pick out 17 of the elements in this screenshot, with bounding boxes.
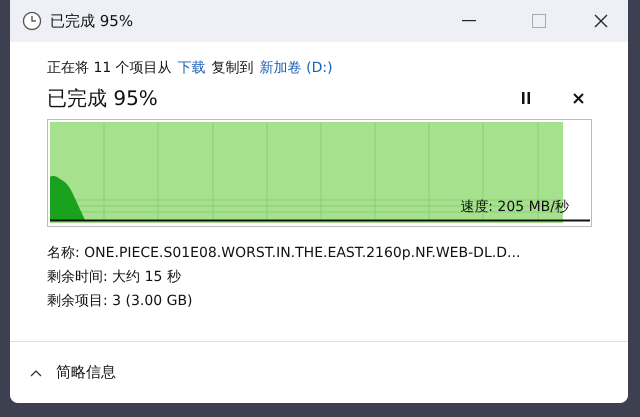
folder-link[interactable]: 新加卷 (D:)	[260, 58, 333, 79]
close-icon	[594, 14, 608, 28]
maximize-icon	[532, 14, 546, 28]
speed-label: 速度: 205 MB/秒	[460, 198, 569, 217]
clock-icon	[22, 11, 42, 31]
less-details-button[interactable]: 简略信息	[56, 361, 116, 384]
detail-line: 名称: ONE.PIECE.S01E08.WORST.IN.THE.EAST.2160p.NF.WEB-DL.D...	[47, 244, 522, 263]
detail-line: 剩余时间: 大约 15 秒	[47, 268, 182, 287]
speed-curve	[50, 176, 85, 220]
detail-line: 剩余项目: 3 (3.00 GB)	[47, 292, 194, 311]
progress-heading: 已完成 95%	[47, 85, 158, 112]
close-icon	[572, 92, 584, 104]
pause-icon	[521, 92, 531, 104]
copy-description: 正在将 11 个项目从 下载 复制到 新加卷 (D:)	[47, 58, 592, 79]
minimize-icon	[462, 20, 476, 22]
folder-link[interactable]: 下载	[178, 58, 206, 79]
window-title: 已完成 95%	[50, 10, 134, 32]
